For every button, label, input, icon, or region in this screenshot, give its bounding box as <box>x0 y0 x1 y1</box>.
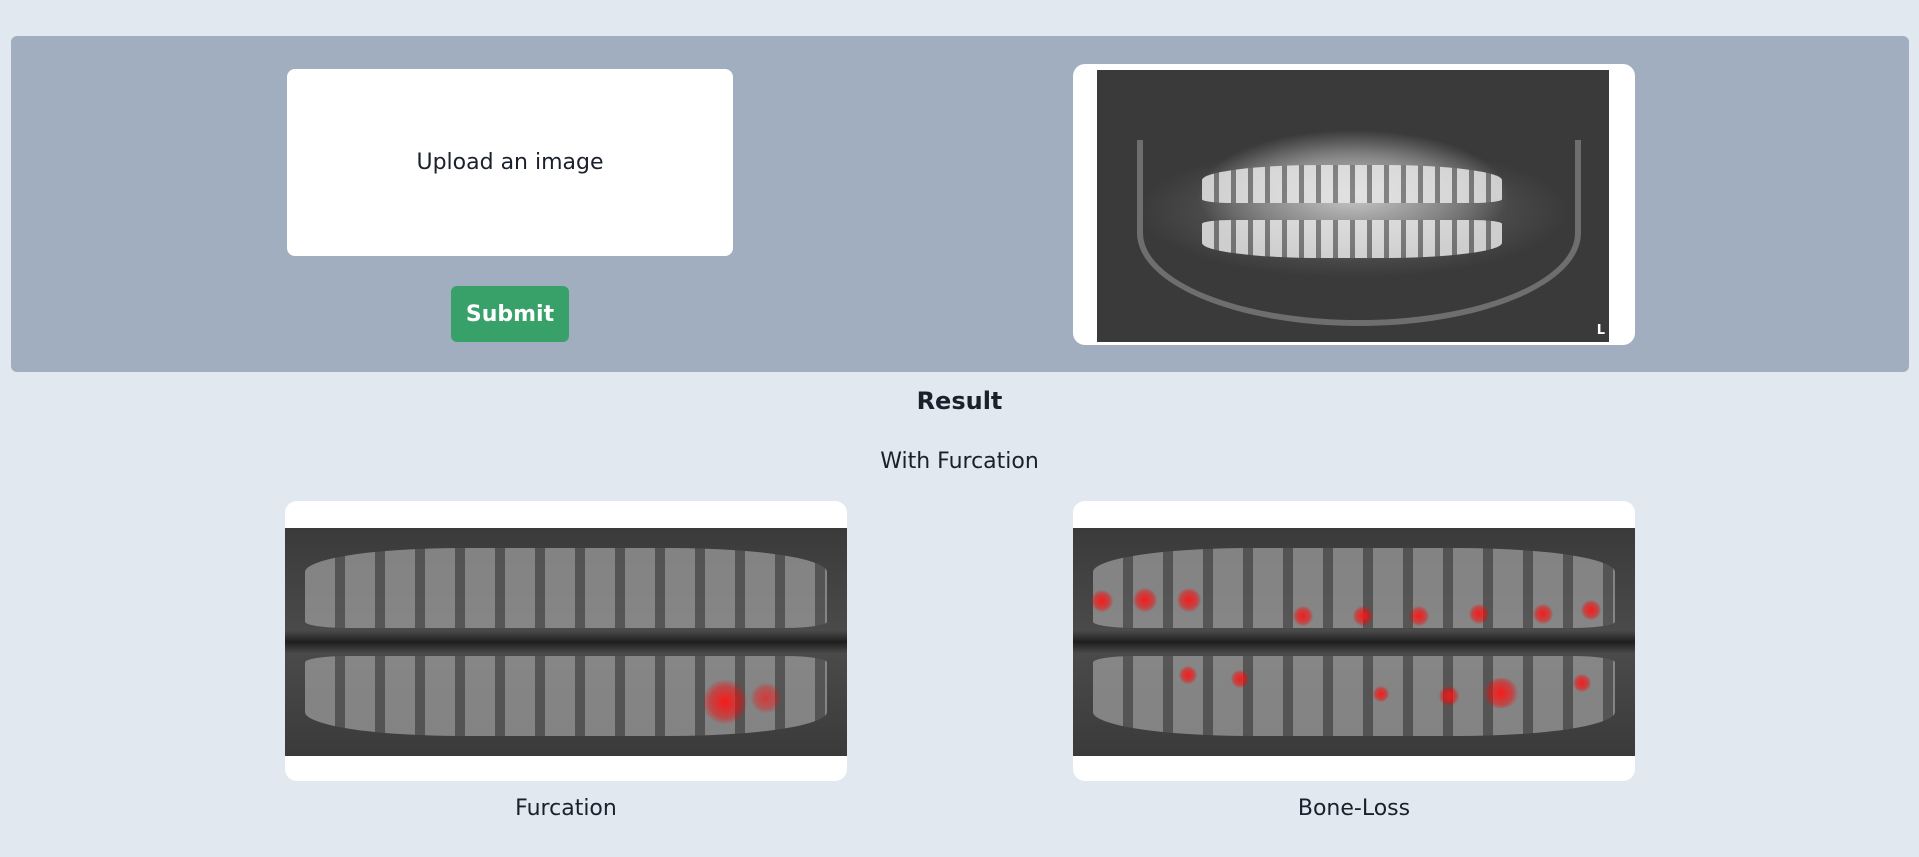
bone-loss-highlight <box>1373 686 1389 702</box>
furcation-caption: Furcation <box>515 796 617 821</box>
furcation-highlight <box>703 680 747 724</box>
bone-loss-highlight <box>1353 606 1373 626</box>
bone-loss-highlight <box>1439 686 1459 706</box>
upload-label: Upload an image <box>416 150 604 175</box>
bone-loss-highlight <box>1533 604 1553 624</box>
furcation-highlight <box>751 683 781 713</box>
bone-loss-highlight <box>1581 600 1601 620</box>
panoramic-xray-image: L <box>1097 70 1609 342</box>
bone-loss-caption: Bone-Loss <box>1297 796 1411 821</box>
upper-teeth <box>305 548 827 628</box>
upper-teeth <box>1202 165 1502 203</box>
bone-loss-highlight <box>1483 678 1519 708</box>
bone-loss-highlight <box>1091 590 1113 612</box>
bone-loss-highlight <box>1231 670 1249 688</box>
image-upload-dropzone[interactable]: Upload an image <box>287 69 733 256</box>
result-heading: Result <box>916 387 1003 415</box>
lower-teeth <box>305 656 827 736</box>
bone-loss-highlight <box>1133 588 1157 612</box>
uploaded-image-preview: L <box>1073 64 1635 345</box>
bone-loss-highlight <box>1573 674 1591 692</box>
bone-loss-highlight <box>1177 588 1201 612</box>
furcation-result-card <box>285 501 847 781</box>
bone-loss-highlight <box>1469 604 1489 624</box>
furcation-result-image <box>285 528 847 756</box>
bone-loss-highlight <box>1293 606 1313 626</box>
submit-button[interactable]: Submit <box>451 286 569 342</box>
xray-side-marker: L <box>1596 323 1605 338</box>
bone-loss-result-image <box>1073 528 1635 756</box>
bone-loss-result-card <box>1073 501 1635 781</box>
bone-loss-highlight <box>1409 606 1429 626</box>
result-subtitle: With Furcation <box>880 449 1039 474</box>
lower-teeth <box>1202 220 1502 258</box>
bone-loss-highlight <box>1179 666 1197 684</box>
lower-teeth <box>1093 656 1615 736</box>
